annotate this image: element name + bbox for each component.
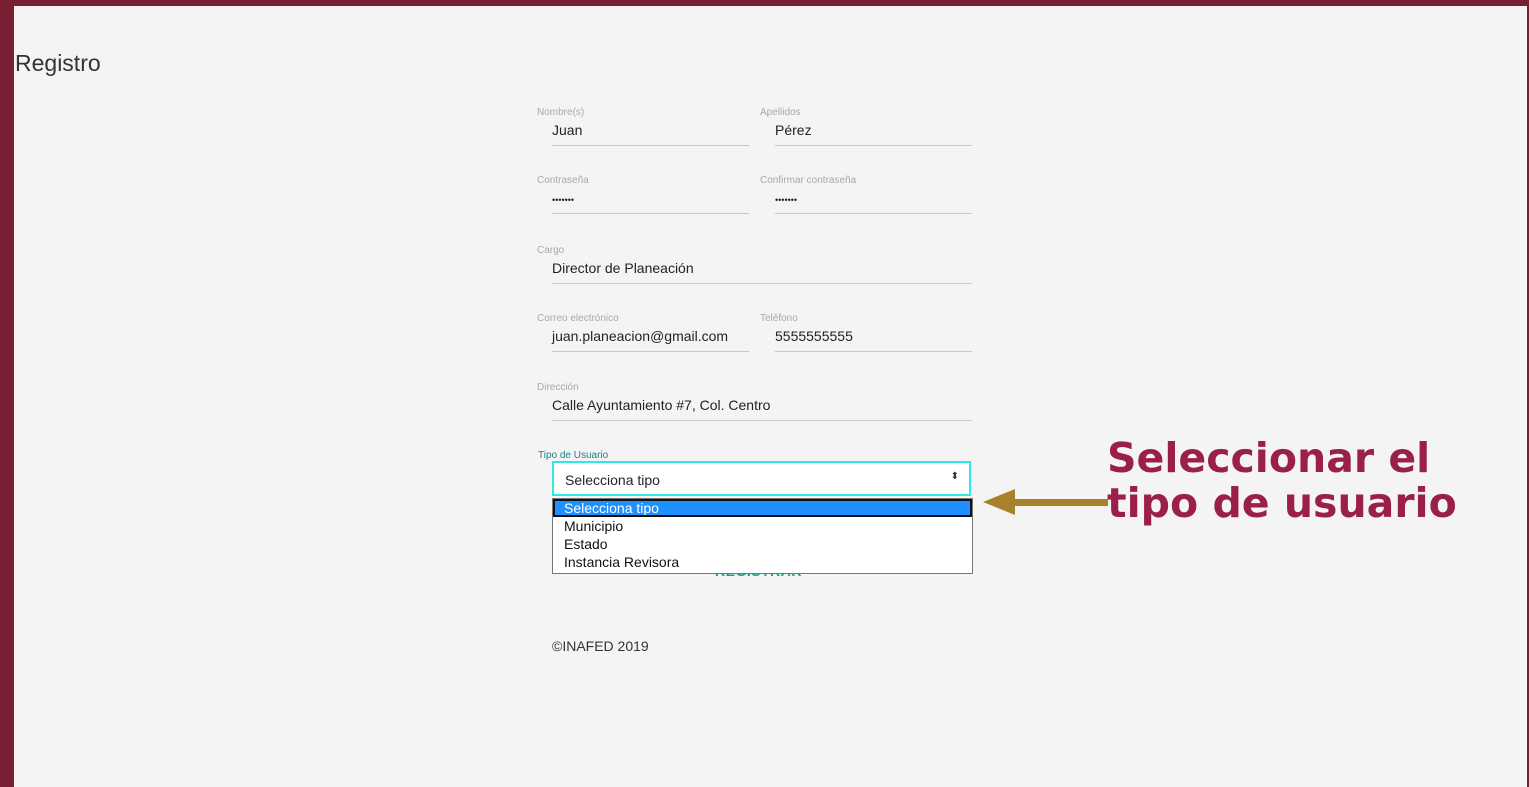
apellidos-value: Pérez <box>775 122 812 138</box>
apellidos-underline <box>775 145 972 146</box>
telefono-label: Teléfono <box>760 313 798 324</box>
direccion-field[interactable]: Dirección Calle Ayuntamiento #7, Col. Ce… <box>537 382 972 422</box>
contrasena-label: Contraseña <box>537 175 589 186</box>
nombre-label: Nombre(s) <box>537 107 585 118</box>
confirmar-contrasena-field[interactable]: Confirmar contraseña ••••••• <box>760 175 972 215</box>
annotation-line-1: Seleccionar el <box>1107 434 1431 482</box>
nombre-value: Juan <box>552 122 583 138</box>
apellidos-field[interactable]: Apellidos Pérez <box>760 107 972 147</box>
direccion-label: Dirección <box>537 382 579 393</box>
contrasena-field[interactable]: Contraseña ••••••• <box>537 175 749 215</box>
annotation-callout: Seleccionar el tipo de usuario <box>1107 436 1507 526</box>
correo-underline <box>552 351 749 352</box>
telefono-field[interactable]: Teléfono 5555555555 <box>760 313 972 353</box>
telefono-value: 5555555555 <box>775 328 853 344</box>
user-type-dropdown: Selecciona tipo Municipio Estado Instanc… <box>552 498 973 574</box>
direccion-underline <box>552 420 972 421</box>
updown-caret-icon: ⬍ <box>950 471 959 482</box>
cargo-field[interactable]: Cargo Director de Planeación <box>537 245 972 285</box>
nombre-field[interactable]: Nombre(s) Juan <box>537 107 749 147</box>
cargo-underline <box>552 283 972 284</box>
cargo-label: Cargo <box>537 245 565 256</box>
confirmar-contrasena-underline <box>775 213 972 214</box>
option-instancia-revisora[interactable]: Instancia Revisora <box>553 553 972 571</box>
user-type-selected-value: Selecciona tipo <box>565 472 660 488</box>
correo-value: juan.planeacion@gmail.com <box>552 328 729 344</box>
nombre-underline <box>552 145 749 146</box>
apellidos-label: Apellidos <box>760 107 801 118</box>
correo-field[interactable]: Correo electrónico juan.planeacion@gmail… <box>537 313 749 353</box>
contrasena-underline <box>552 213 749 214</box>
confirmar-contrasena-label: Confirmar contraseña <box>760 175 857 186</box>
left-arrow-icon <box>983 489 1108 515</box>
annotation-line-2: tipo de usuario <box>1107 479 1457 527</box>
option-municipio[interactable]: Municipio <box>553 517 972 535</box>
telefono-underline <box>775 351 972 352</box>
confirmar-contrasena-value: ••••••• <box>775 195 798 205</box>
page-title: Registro <box>15 50 101 76</box>
option-estado[interactable]: Estado <box>553 535 972 553</box>
footer-copyright: ©INAFED 2019 <box>552 638 649 654</box>
direccion-value: Calle Ayuntamiento #7, Col. Centro <box>552 397 771 413</box>
contrasena-value: ••••••• <box>552 195 575 205</box>
user-type-label: Tipo de Usuario <box>538 450 609 461</box>
correo-label: Correo electrónico <box>537 313 619 324</box>
cargo-value: Director de Planeación <box>552 260 694 276</box>
option-selecciona-tipo[interactable]: Selecciona tipo <box>553 499 972 517</box>
user-type-select[interactable]: Selecciona tipo ⬍ <box>552 461 971 496</box>
